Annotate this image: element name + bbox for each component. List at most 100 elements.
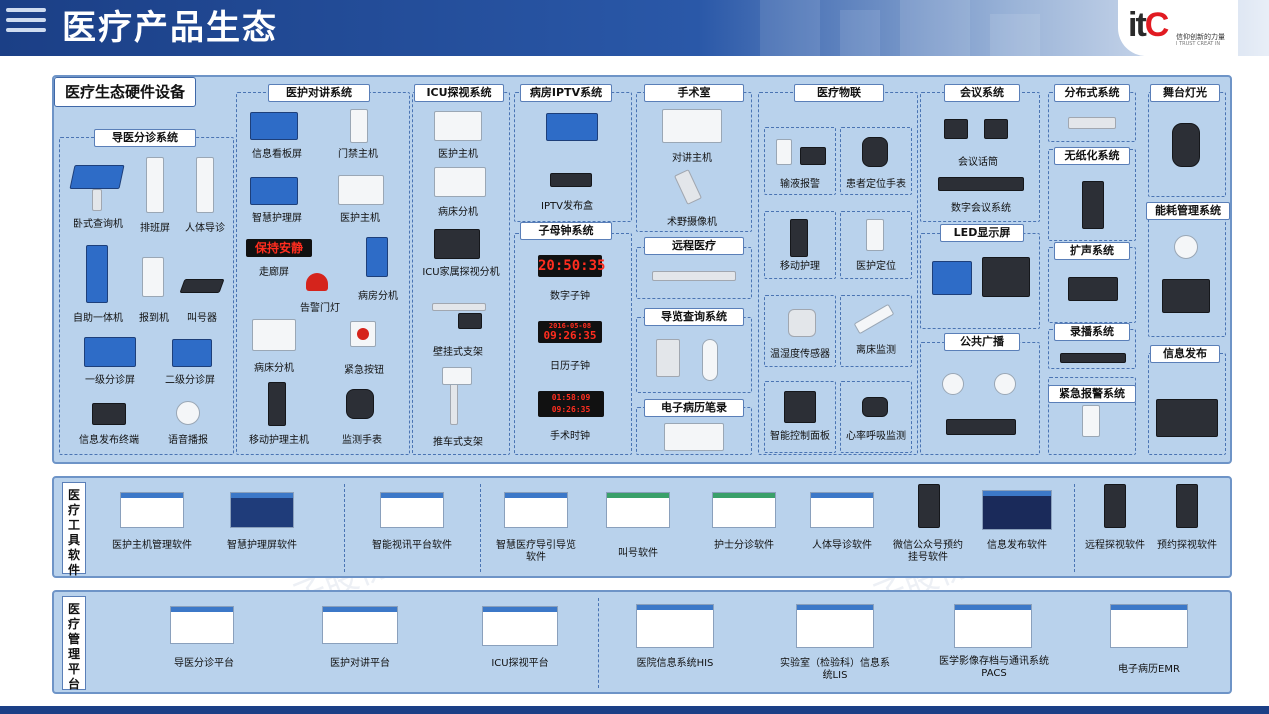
wechat-phone-screenshot xyxy=(918,484,940,528)
wall-bracket-screen xyxy=(458,313,482,329)
nav-query-group xyxy=(636,317,752,393)
device-label: 告警门灯 xyxy=(300,303,340,314)
software-label: 智慧医疗导引导览软件 xyxy=(496,540,576,563)
device-label: 病床分机 xyxy=(254,363,294,374)
surgery-room-title: 手术室 xyxy=(644,84,744,102)
emr-recorder-device xyxy=(664,423,724,451)
remote-medical-title: 远程医疗 xyxy=(644,237,744,255)
energy-management-title: 能耗管理系统 xyxy=(1146,202,1230,220)
smart-control-panel xyxy=(784,391,816,423)
device-label: 自助一体机 xyxy=(73,313,123,324)
company-logo: itC 信仰创新的力量 I TRUST CREAT IN xyxy=(1118,0,1238,56)
recording-host-device xyxy=(1060,353,1126,363)
divider xyxy=(480,484,481,572)
patient-watch-device xyxy=(862,137,888,167)
device-label: 医护定位 xyxy=(856,261,896,272)
software-label: 叫号软件 xyxy=(618,548,658,559)
platform-panel-title: 医疗管理平台 xyxy=(62,596,86,691)
nurse-station-host xyxy=(338,175,384,205)
nav-robot-device xyxy=(702,339,718,381)
platform-screenshot xyxy=(796,604,874,648)
software-label: 护士分诊软件 xyxy=(714,540,774,551)
wall-bracket-device xyxy=(432,303,486,311)
mobile-care-phone xyxy=(790,219,808,257)
platform-label: 导医分诊平台 xyxy=(174,658,234,669)
public-address-group xyxy=(920,342,1040,455)
emr-recorder-title: 电子病历笔录 xyxy=(644,399,744,417)
surgery-timer-a: 01:58:09 xyxy=(551,393,591,402)
info-release-title: 信息发布 xyxy=(1150,345,1220,363)
mobile-care-host xyxy=(268,382,286,426)
ward-extension-device xyxy=(366,237,388,277)
software-label: 远程探视软件 xyxy=(1085,540,1145,551)
smart-care-screen xyxy=(250,177,298,205)
distributed-system-title: 分布式系统 xyxy=(1054,84,1130,102)
device-label: 语音播报 xyxy=(168,435,208,446)
device-label: 走廊屏 xyxy=(259,267,289,278)
device-label: 医护主机 xyxy=(438,149,478,160)
info-board-screen xyxy=(250,112,298,140)
device-label: 会议话筒 xyxy=(958,157,998,168)
nav-kiosk-device xyxy=(656,339,680,377)
body-guide-device xyxy=(196,157,214,213)
alarm-door-light xyxy=(306,273,328,291)
device-label: 患者定位手表 xyxy=(846,179,906,190)
logo-slogan-en: I TRUST CREAT IN xyxy=(1176,41,1221,47)
info-release-terminal xyxy=(92,403,126,425)
staff-locator-device xyxy=(866,219,884,251)
digital-clock-display: 20:50:35 xyxy=(538,255,605,277)
software-screenshot xyxy=(380,492,444,528)
moving-head-light xyxy=(1172,123,1200,167)
guide-system-title: 导医分诊系统 xyxy=(94,129,196,147)
device-label: 二级分诊屏 xyxy=(165,375,215,386)
iptv-tv-screen xyxy=(546,113,598,141)
energy-panel-device xyxy=(1162,279,1210,313)
device-label: 监测手表 xyxy=(342,435,382,446)
emergency-button-red xyxy=(357,328,369,340)
pa-amplifier-device xyxy=(946,419,1016,435)
clock-system-title: 子母钟系统 xyxy=(520,222,612,240)
software-label: 医护主机管理软件 xyxy=(112,540,192,551)
stage-lighting-title: 舞台灯光 xyxy=(1150,84,1220,102)
calendar-clock-display: 2016-05-08 09:26:35 xyxy=(538,321,602,343)
mixing-console-device xyxy=(1068,277,1118,301)
heart-rate-monitor xyxy=(862,397,888,417)
info-release-device xyxy=(1156,399,1218,437)
device-label: 卧式查询机 xyxy=(73,219,123,230)
energy-sensor-device xyxy=(1174,235,1198,259)
remote-medical-device xyxy=(652,271,736,281)
device-label: 移动护理 xyxy=(780,261,820,272)
header-banner: 医疗产品生态 xyxy=(0,0,1269,56)
software-screenshot xyxy=(982,490,1052,530)
software-panel-title: 医疗工具软件 xyxy=(62,482,86,577)
platform-screenshot xyxy=(322,606,398,644)
kiosk-query-device xyxy=(69,165,125,189)
intercom-system-title: 医护对讲系统 xyxy=(268,84,370,102)
device-label: 移动护理主机 xyxy=(249,435,309,446)
temp-humidity-sensor xyxy=(788,309,816,337)
device-label: 手术时钟 xyxy=(550,431,590,442)
iptv-system-title: 病房IPTV系统 xyxy=(520,84,612,102)
platform-screenshot xyxy=(170,606,234,644)
device-label: 数字子钟 xyxy=(550,291,590,302)
platform-label: 医学影像存档与通讯系统PACS xyxy=(939,656,1049,679)
meeting-mic-device xyxy=(944,119,968,139)
divider xyxy=(598,598,599,688)
iptv-box-device xyxy=(550,173,592,187)
platform-label: 实验室（检验科）信息系统LIS xyxy=(780,658,890,681)
meeting-system-title: 会议系统 xyxy=(944,84,1020,102)
nav-query-title: 导览查询系统 xyxy=(644,308,744,326)
energy-management-group xyxy=(1148,207,1226,337)
device-label: 日历子钟 xyxy=(550,361,590,372)
software-label: 信息发布软件 xyxy=(987,540,1047,551)
digital-meeting-host xyxy=(938,177,1024,191)
calendar-time: 09:26:35 xyxy=(543,329,597,342)
kiosk-stand xyxy=(92,189,102,211)
divider xyxy=(344,484,345,572)
software-panel: 医疗工具软件 医护主机管理软件 智慧护理屏软件 智能视讯平台软件 智慧医疗导引导… xyxy=(52,476,1232,578)
software-screenshot xyxy=(230,492,294,528)
remote-visit-phone xyxy=(1104,484,1126,528)
appointment-visit-phone xyxy=(1176,484,1198,528)
distributed-host-device xyxy=(1068,117,1116,129)
device-label: 信息发布终端 xyxy=(79,435,139,446)
